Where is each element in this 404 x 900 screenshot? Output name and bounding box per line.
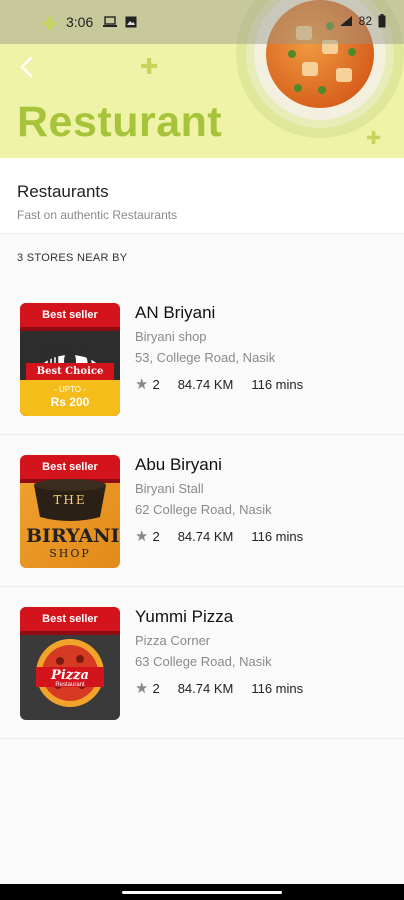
image-icon <box>125 16 137 28</box>
store-meta: ★ 2 84.74 KM 116 mins <box>135 527 303 545</box>
status-time: 3:06 <box>66 14 94 30</box>
offer-badge: - UPTO - Rs 200 <box>20 380 120 416</box>
section-subtitle: Fast on authentic Restaurants <box>17 208 178 222</box>
wordmark-line-2: BIRYANI <box>26 525 120 547</box>
store-delivery-time: 116 mins <box>251 376 304 392</box>
store-delivery-time: 116 mins <box>251 680 304 696</box>
store-name: Abu Biryani <box>135 455 222 474</box>
biryani-shop-wordmark: THE BIRYANI SHOP <box>26 485 120 560</box>
store-rating: 2 <box>152 680 160 696</box>
store-rating: 2 <box>152 376 160 392</box>
store-distance: 84.74 KM <box>177 680 234 696</box>
store-logo: Best seller THE BIRYANI SHOP <box>20 455 120 568</box>
pizza-wordmark-line-2: Restaurant <box>55 682 85 688</box>
laptop-icon <box>103 16 118 27</box>
store-meta: ★ 2 84.74 KM 116 mins <box>135 679 303 697</box>
store-category: Pizza Corner <box>135 633 211 648</box>
star-icon: ★ <box>135 528 149 545</box>
store-address: 63 College Road, Nasik <box>135 654 272 669</box>
store-address: 53, College Road, Nasik <box>135 350 276 365</box>
plus-decoration-icon: ✚ <box>42 14 58 34</box>
stores-count-label: 3 STORES NEAR BY <box>17 252 128 264</box>
store-name: Yummi Pizza <box>135 607 234 626</box>
store-category: Biryani shop <box>135 329 207 344</box>
pizza-wordmark: Pizza Restaurant <box>36 669 104 689</box>
wordmark-line-3: SHOP <box>49 547 91 560</box>
home-gesture-handle[interactable] <box>122 891 282 894</box>
page-title: Resturant <box>17 98 223 146</box>
back-arrow-icon <box>20 56 33 78</box>
store-card[interactable]: Best seller Pizza Restaurant Yummi Pizza… <box>0 587 404 739</box>
star-icon: ★ <box>135 680 149 697</box>
store-logo: Best seller Pizza Restaurant <box>20 607 120 720</box>
section-header: Restaurants Fast on authentic Restaurant… <box>0 158 404 234</box>
store-logo: Best seller Best Choice - UPTO - Rs 200 <box>20 303 120 416</box>
section-title: Restaurants <box>17 182 109 201</box>
best-choice-text: Best Choice <box>26 363 114 381</box>
store-address: 62 College Road, Nasik <box>135 502 272 517</box>
store-category: Biryani Stall <box>135 481 204 496</box>
offer-label: - UPTO - <box>54 385 86 394</box>
store-meta: ★ 2 84.74 KM 116 mins <box>135 375 303 393</box>
store-card[interactable]: Best seller Best Choice - UPTO - Rs 200 … <box>0 283 404 435</box>
star-icon: ★ <box>135 376 149 393</box>
best-seller-badge: Best seller <box>20 303 120 331</box>
status-bar: 3:06 <box>0 0 404 44</box>
plus-decoration-icon: ✚ <box>366 128 382 148</box>
plus-decoration-icon: ✚ <box>140 54 159 79</box>
store-distance: 84.74 KM <box>177 376 234 392</box>
offer-amount: Rs 200 <box>50 395 90 409</box>
store-distance: 84.74 KM <box>177 528 234 544</box>
store-name: AN Briyani <box>135 303 216 322</box>
wordmark-line-1: THE <box>53 493 87 507</box>
pizza-wordmark-line-1: Pizza <box>51 668 89 683</box>
store-list: Best seller Best Choice - UPTO - Rs 200 … <box>0 283 404 739</box>
best-seller-badge: Best seller <box>20 607 120 635</box>
back-button[interactable] <box>14 54 40 80</box>
store-delivery-time: 116 mins <box>251 528 304 544</box>
store-card[interactable]: Best seller THE BIRYANI SHOP Abu Biryani… <box>0 435 404 587</box>
store-rating: 2 <box>152 528 160 544</box>
